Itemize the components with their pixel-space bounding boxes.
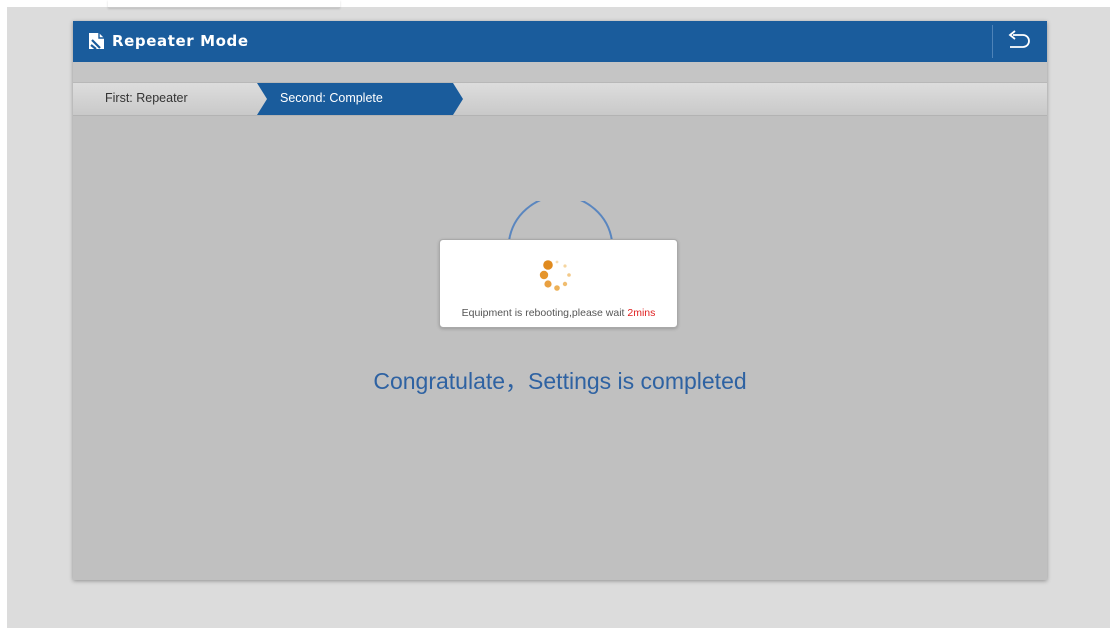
step-first-repeater[interactable]: First: Repeater: [105, 91, 188, 105]
loading-spinner-icon: [539, 260, 571, 291]
progress-ring-arc: [508, 201, 613, 241]
rebooting-text: Equipment is rebooting,please wait: [461, 307, 628, 319]
steps-bar: First: Repeater Second: Complete: [73, 82, 1047, 116]
page-title: Repeater Mode: [112, 32, 249, 50]
wait-time: 2mins: [627, 307, 656, 319]
step-second-complete[interactable]: Second: Complete: [280, 91, 383, 105]
rebooting-message: Equipment is rebooting,please wait 2mins: [440, 307, 677, 319]
top-tab: [108, 0, 340, 8]
rebooting-dialog: Equipment is rebooting,please wait 2mins: [439, 239, 678, 328]
title-separator: [992, 25, 993, 58]
return-arrow-icon[interactable]: [1003, 28, 1035, 54]
page-corner-icon: [89, 33, 104, 50]
completion-message: Congratulate，Settings is completed: [373, 368, 747, 394]
spacer-strip: [73, 62, 1047, 82]
title-bar: Repeater Mode: [73, 21, 1047, 62]
